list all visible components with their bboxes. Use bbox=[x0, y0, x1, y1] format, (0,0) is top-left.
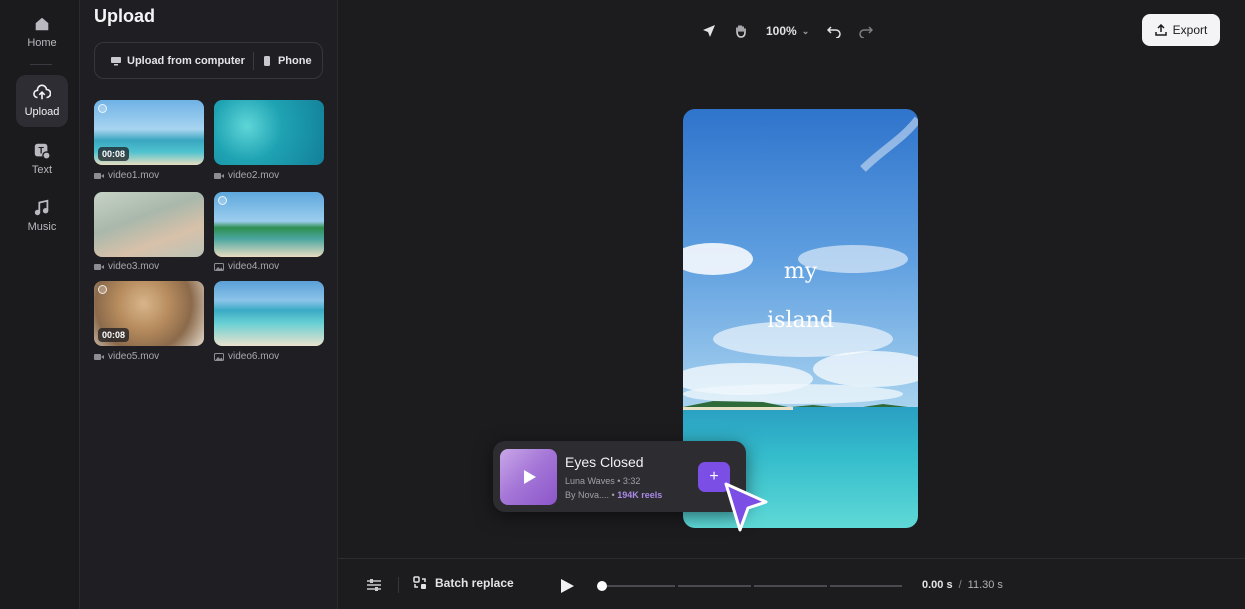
music-suggestion-card[interactable]: Eyes Closed Luna Waves • 3:32 By Nova...… bbox=[493, 441, 746, 512]
media-filename: video1.mov bbox=[108, 170, 160, 181]
media-filename: video2.mov bbox=[228, 170, 280, 181]
video-camera-icon bbox=[214, 172, 224, 179]
text-icon: T bbox=[34, 143, 51, 160]
duration-badge: 00:08 bbox=[98, 328, 130, 342]
app-window: Home Upload T Text Music Upload Upload f… bbox=[0, 0, 1245, 609]
canvas-area: 100% ⌄ Export my island Eyes Closed Luna… bbox=[338, 0, 1245, 558]
time-display: 0.00 s / 11.30 s bbox=[922, 579, 1003, 591]
upload-from-computer-label: Upload from computer bbox=[127, 54, 245, 67]
undo-icon[interactable] bbox=[827, 24, 841, 38]
rail-item-label: Home bbox=[27, 37, 57, 49]
redo-icon[interactable] bbox=[859, 24, 874, 38]
upload-from-phone-button[interactable]: Phone bbox=[254, 43, 320, 78]
segment-gap bbox=[827, 584, 830, 588]
video-camera-icon bbox=[94, 263, 104, 270]
zoom-dropdown[interactable]: 100% ⌄ bbox=[766, 24, 809, 38]
export-icon bbox=[1154, 24, 1167, 36]
media-thumbnail-video4[interactable] bbox=[214, 192, 324, 257]
phone-label: Phone bbox=[277, 54, 312, 67]
panel-title: Upload bbox=[94, 6, 155, 26]
home-icon bbox=[35, 17, 49, 31]
total-time: 11.30 s bbox=[967, 579, 1003, 591]
upload-from-computer-button[interactable]: Upload from computer bbox=[95, 43, 253, 78]
select-checkbox[interactable] bbox=[98, 285, 107, 294]
overlay-text-line2[interactable]: island bbox=[683, 308, 918, 333]
playhead-handle[interactable] bbox=[597, 581, 607, 591]
batch-replace-icon bbox=[413, 576, 426, 589]
media-thumbnail-video6[interactable] bbox=[214, 281, 324, 346]
image-icon bbox=[214, 352, 224, 361]
play-icon bbox=[523, 470, 536, 484]
monitor-icon bbox=[111, 56, 121, 65]
timeline-scrubber[interactable] bbox=[600, 584, 902, 588]
export-label: Export bbox=[1172, 23, 1208, 37]
divider bbox=[398, 577, 399, 593]
media-name-video6: video6.mov bbox=[214, 351, 279, 362]
media-filename: video3.mov bbox=[108, 261, 160, 272]
export-button[interactable]: Export bbox=[1142, 14, 1220, 46]
overlay-text-line1[interactable]: my bbox=[683, 259, 918, 284]
track-meta: By Nova.... • 194K reels bbox=[565, 490, 662, 500]
media-name-video4: video4.mov bbox=[214, 261, 279, 272]
media-thumbnail-video2[interactable] bbox=[214, 100, 324, 165]
rail-item-label: Upload bbox=[24, 106, 60, 118]
video-camera-icon bbox=[94, 353, 104, 360]
batch-replace-label: Batch replace bbox=[435, 576, 514, 590]
segment-gap bbox=[751, 584, 754, 588]
media-name-video1: video1.mov bbox=[94, 170, 159, 181]
media-filename: video4.mov bbox=[228, 261, 280, 272]
rail-divider bbox=[30, 64, 52, 65]
image-icon bbox=[214, 262, 224, 271]
media-name-video3: video3.mov bbox=[94, 261, 159, 272]
media-filename: video5.mov bbox=[108, 351, 160, 362]
chevron-down-icon: ⌄ bbox=[801, 25, 810, 36]
duration-badge: 00:08 bbox=[98, 147, 130, 161]
rail-item-home[interactable]: Home bbox=[16, 6, 68, 58]
rail-item-upload[interactable]: Upload bbox=[16, 75, 68, 127]
track-author: By Nova.... • bbox=[565, 490, 615, 500]
phone-icon bbox=[263, 55, 270, 66]
video-camera-icon bbox=[94, 172, 104, 179]
track-artist-duration: Luna Waves • 3:32 bbox=[565, 476, 641, 486]
time-separator: / bbox=[958, 579, 962, 591]
rail-item-label: Music bbox=[27, 221, 57, 233]
segment-gap bbox=[675, 584, 678, 588]
zoom-level: 100% bbox=[766, 24, 797, 38]
pointer-icon[interactable] bbox=[702, 24, 716, 38]
media-name-video5: video5.mov bbox=[94, 351, 159, 362]
canvas-toolbar: 100% ⌄ bbox=[702, 20, 874, 42]
music-note-icon bbox=[34, 199, 49, 216]
rail-item-music[interactable]: Music bbox=[16, 190, 68, 242]
select-checkbox[interactable] bbox=[218, 196, 227, 205]
mouse-cursor-icon bbox=[724, 482, 768, 532]
album-cover[interactable] bbox=[500, 449, 557, 505]
track-title: Eyes Closed bbox=[565, 454, 644, 470]
reels-count: 194K reels bbox=[617, 490, 663, 500]
hand-icon[interactable] bbox=[734, 24, 748, 38]
timeline-settings-icon[interactable] bbox=[366, 578, 382, 592]
rail-item-text[interactable]: T Text bbox=[16, 133, 68, 185]
rail-item-label: Text bbox=[31, 164, 53, 176]
media-thumbnail-video5[interactable]: 00:08 bbox=[94, 281, 204, 346]
batch-replace-button[interactable]: Batch replace bbox=[413, 576, 514, 590]
media-thumbnail-video1[interactable]: 00:08 bbox=[94, 100, 204, 165]
media-thumbnail-video3[interactable] bbox=[94, 192, 204, 257]
timeline-bar: Batch replace 0.00 s / 11.30 s bbox=[338, 558, 1245, 609]
media-name-video2: video2.mov bbox=[214, 170, 279, 181]
current-time: 0.00 s bbox=[922, 579, 953, 591]
media-filename: video6.mov bbox=[228, 351, 280, 362]
upload-panel: Upload Upload from computer Phone 00:08 … bbox=[80, 0, 338, 609]
cloud-upload-icon bbox=[33, 84, 51, 100]
upload-source-bar: Upload from computer Phone bbox=[94, 42, 323, 79]
left-rail: Home Upload T Text Music bbox=[0, 0, 80, 609]
play-button[interactable] bbox=[558, 577, 576, 595]
select-checkbox[interactable] bbox=[98, 104, 107, 113]
